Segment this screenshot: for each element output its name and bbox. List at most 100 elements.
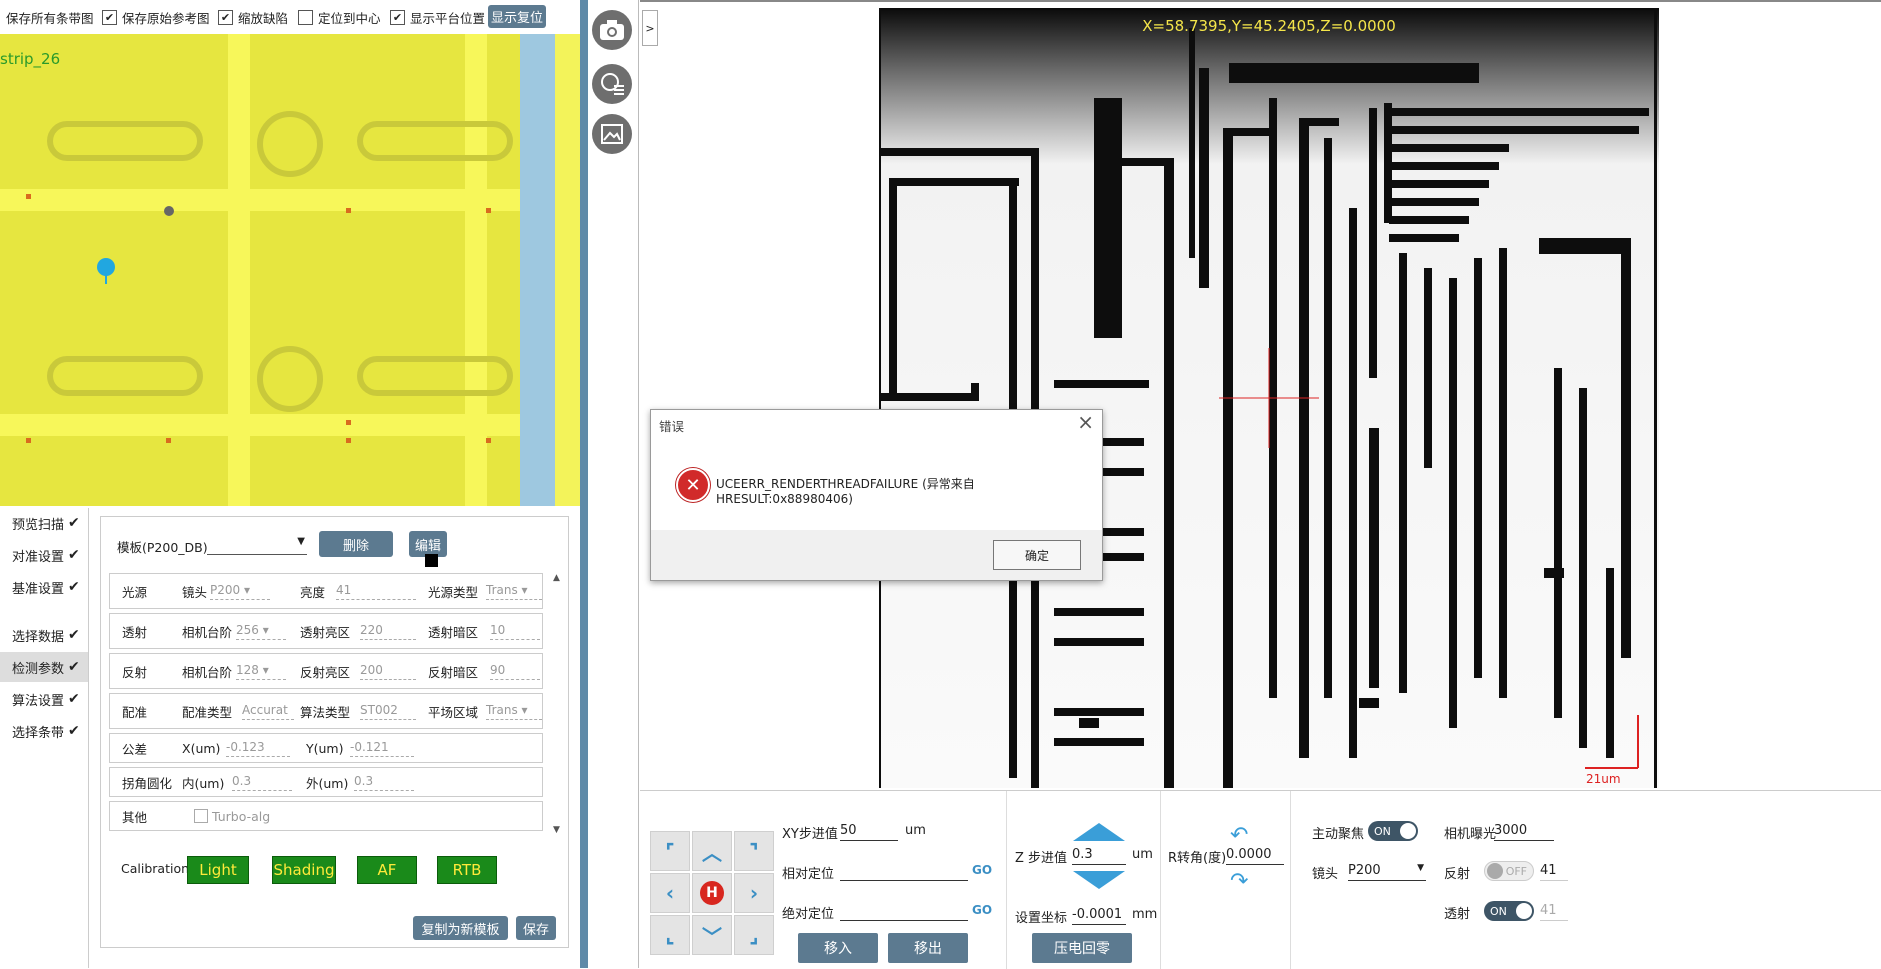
- zoom-defect-checkbox[interactable]: ✔ 缩放缺陷: [218, 8, 288, 27]
- reflect-value-input[interactable]: 41: [1540, 863, 1568, 881]
- tolerance-x-input[interactable]: -0.123: [226, 740, 290, 757]
- template-select[interactable]: ▼: [207, 536, 307, 555]
- ok-button[interactable]: 确定: [993, 540, 1081, 570]
- camera-image[interactable]: X=58.7395,Y=45.2405,Z=0.0000 21um: [879, 8, 1659, 788]
- relative-go-button[interactable]: GO: [972, 863, 992, 877]
- set-coord-label: 设置坐标: [1015, 911, 1068, 926]
- move-down-left-icon[interactable]: ⌞: [650, 915, 690, 955]
- home-button[interactable]: H: [692, 873, 732, 913]
- reflect-toggle[interactable]: OFF: [1484, 861, 1534, 881]
- lens-label: 镜头: [1312, 867, 1339, 882]
- light-type-select[interactable]: Trans ▾: [486, 583, 542, 600]
- nav-select-strip[interactable]: 选择条带 ✔: [0, 716, 88, 746]
- scroll-up-icon[interactable]: ▲: [553, 573, 560, 583]
- checkbox-checked-icon[interactable]: ✔: [218, 10, 233, 25]
- show-reset-button[interactable]: 显示复位: [488, 5, 546, 28]
- strip-map-pattern: [0, 34, 580, 506]
- checkbox-checked-icon[interactable]: ✔: [102, 10, 117, 25]
- tolerance-y-input[interactable]: -0.121: [350, 740, 414, 757]
- autofocus-toggle[interactable]: ON: [1368, 821, 1418, 841]
- top-toolbar: 保存所有条带图 ✔ 保存原始参考图 ✔ 缩放缺陷 定位到中心 ✔ 显示平台位置 显示复…: [0, 0, 580, 34]
- nav-select-data[interactable]: 选择数据 ✔: [0, 620, 88, 650]
- z-step-input[interactable]: 0.3: [1072, 847, 1126, 865]
- panel-splitter[interactable]: [580, 0, 588, 968]
- transmit-value-input[interactable]: 41: [1540, 903, 1568, 921]
- scale-bar-label: 21um: [1586, 772, 1621, 786]
- trans-bright-input[interactable]: 220: [360, 623, 416, 640]
- field-label: 透射亮区: [300, 624, 351, 640]
- trans-dark-input[interactable]: 10: [490, 623, 540, 640]
- refl-camera-step-select[interactable]: 128 ▾: [236, 663, 286, 680]
- turbo-alg-checkbox[interactable]: [194, 809, 208, 823]
- move-down-right-icon[interactable]: ⌟: [734, 915, 774, 955]
- toggle-knob: [1516, 903, 1532, 919]
- nav-algorithm-setup[interactable]: 算法设置 ✔: [0, 684, 88, 714]
- copy-new-template-button[interactable]: 复制为新模板: [413, 916, 508, 940]
- align-type-select[interactable]: Accurat: [242, 703, 294, 720]
- divider: [1160, 791, 1161, 969]
- move-up-icon[interactable]: ︿: [692, 831, 732, 871]
- home-icon: H: [700, 881, 724, 905]
- absolute-go-button[interactable]: GO: [972, 903, 992, 917]
- strip-map[interactable]: strip_26: [0, 34, 580, 506]
- cal-rtb-button[interactable]: RTB: [437, 856, 497, 884]
- rotate-cw-icon[interactable]: ↷: [1230, 869, 1248, 894]
- relative-pos-input[interactable]: [840, 863, 968, 881]
- expand-panel-button[interactable]: >: [642, 10, 658, 46]
- field-label: 平场区域: [428, 704, 479, 720]
- move-left-icon[interactable]: ‹: [650, 873, 690, 913]
- cal-shading-button[interactable]: Shading: [272, 856, 336, 884]
- set-coord-input[interactable]: -0.0001: [1072, 907, 1126, 925]
- camera-icon[interactable]: [592, 10, 632, 50]
- field-label: 反射亮区: [300, 664, 351, 680]
- piezo-reset-button[interactable]: 压电回零: [1032, 933, 1132, 963]
- algorithm-type-select[interactable]: ST002: [360, 703, 416, 720]
- nav-detect-params[interactable]: 检测参数 ✔: [0, 652, 88, 682]
- z-up-icon[interactable]: [1073, 823, 1125, 841]
- refl-dark-input[interactable]: 90: [490, 663, 540, 680]
- cal-light-button[interactable]: Light: [187, 856, 249, 884]
- scroll-down-icon[interactable]: ▼: [553, 825, 560, 835]
- checkbox-label: 显示平台位置: [410, 11, 486, 26]
- grid-list-icon[interactable]: [592, 64, 632, 104]
- save-original-ref-checkbox[interactable]: ✔ 保存原始参考图: [102, 8, 210, 27]
- center-locate-checkbox[interactable]: 定位到中心: [298, 8, 381, 27]
- move-down-icon[interactable]: ﹀: [692, 915, 732, 955]
- transmit-toggle[interactable]: ON: [1484, 901, 1534, 921]
- move-in-button[interactable]: 移入: [798, 933, 878, 963]
- image-frame-icon[interactable]: [592, 114, 632, 154]
- save-button[interactable]: 保存: [516, 916, 556, 940]
- field-label: 透射暗区: [428, 624, 479, 640]
- corner-inner-input[interactable]: 0.3: [232, 774, 292, 791]
- divider: [1290, 791, 1291, 969]
- show-platform-pos-checkbox[interactable]: ✔ 显示平台位置: [390, 8, 485, 27]
- cal-af-button[interactable]: AF: [357, 856, 417, 884]
- rotation-input[interactable]: 0.0000: [1226, 847, 1284, 865]
- flat-field-select[interactable]: Trans ▾: [486, 703, 542, 720]
- move-right-icon[interactable]: ›: [734, 873, 774, 913]
- refl-bright-input[interactable]: 200: [360, 663, 416, 680]
- corner-outer-input[interactable]: 0.3: [354, 774, 414, 791]
- move-out-button[interactable]: 移出: [888, 933, 968, 963]
- absolute-pos-input[interactable]: [840, 903, 968, 921]
- rotate-ccw-icon[interactable]: ↶: [1230, 823, 1248, 848]
- brightness-input[interactable]: 41: [336, 583, 416, 600]
- checkbox-unchecked-icon[interactable]: [298, 10, 313, 25]
- save-all-strips-option[interactable]: 保存所有条带图: [6, 8, 94, 27]
- nav-preview-scan[interactable]: 预览扫描 ✔: [0, 508, 88, 538]
- circuit-pattern: [879, 8, 1659, 788]
- z-down-icon[interactable]: [1073, 871, 1125, 889]
- move-up-left-icon[interactable]: ⌜: [650, 831, 690, 871]
- lens-select[interactable]: P200 ▼: [1348, 863, 1426, 881]
- exposure-input[interactable]: 3000: [1494, 823, 1554, 841]
- close-icon[interactable]: ×: [1077, 410, 1094, 434]
- xy-unit: um: [905, 823, 926, 838]
- move-up-right-icon[interactable]: ⌝: [734, 831, 774, 871]
- checkbox-checked-icon[interactable]: ✔: [390, 10, 405, 25]
- nav-reference-setup[interactable]: 基准设置 ✔: [0, 572, 88, 602]
- delete-button[interactable]: 删除: [319, 531, 393, 557]
- trans-camera-step-select[interactable]: 256 ▾: [236, 623, 286, 640]
- xy-step-input[interactable]: 50: [840, 823, 898, 841]
- lens-select[interactable]: P200 ▾: [210, 583, 270, 600]
- nav-align-setup[interactable]: 对准设置 ✔: [0, 540, 88, 570]
